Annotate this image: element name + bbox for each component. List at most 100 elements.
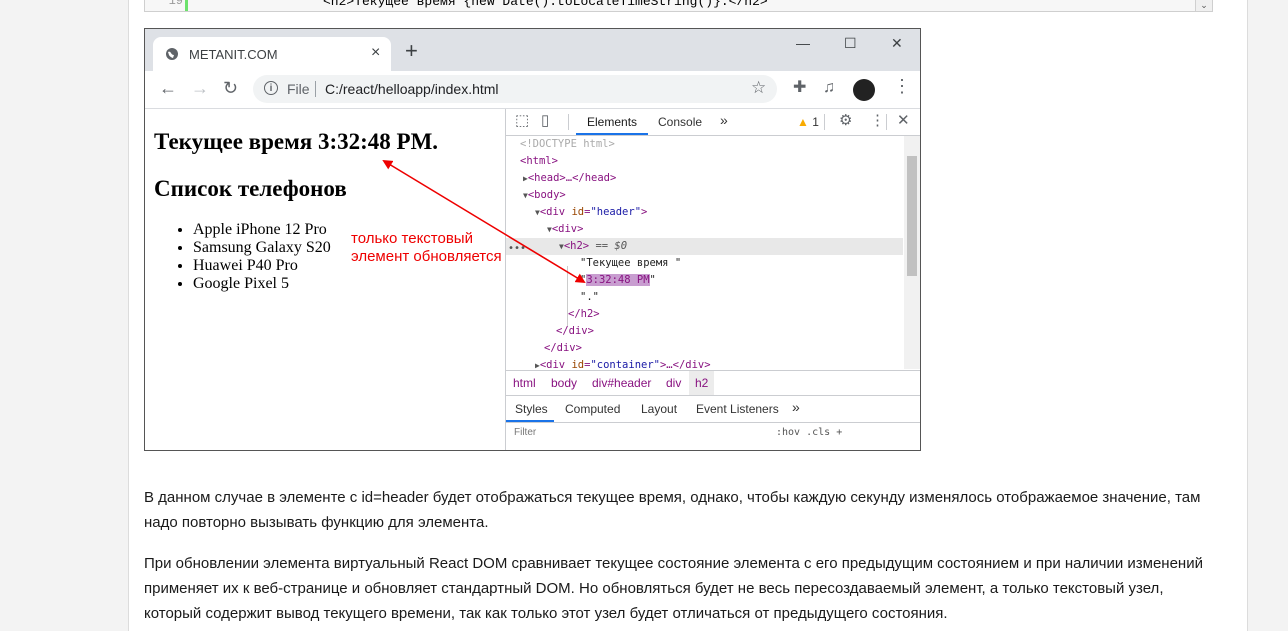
div-close-tag: </div> xyxy=(544,342,582,354)
dom-node[interactable]: ▼<body> xyxy=(506,187,903,204)
minimize-button[interactable]: — xyxy=(796,35,810,51)
ellipsis-icon[interactable]: ••• xyxy=(508,240,526,257)
annotation-line: только текстовый xyxy=(351,230,473,247)
dom-node[interactable]: "." xyxy=(506,289,903,306)
style-actions[interactable]: :hov .cls + xyxy=(776,427,842,438)
list-heading: Список телефонов xyxy=(154,176,347,201)
dom-node[interactable]: ▼<div id="header"> xyxy=(506,204,903,221)
dom-node[interactable]: "Текущее время " xyxy=(506,255,903,272)
tab-elements[interactable]: Elements xyxy=(587,115,637,129)
scrollbar-thumb[interactable] xyxy=(907,156,917,276)
code-highlight-bar xyxy=(185,0,188,11)
list-item: Huawei P40 Pro xyxy=(193,257,331,275)
code-line: <h2>Текущее время {new Date().toLocaleTi… xyxy=(323,0,768,9)
dom-node[interactable]: </div> xyxy=(506,323,903,340)
reload-icon[interactable]: ↻ xyxy=(223,79,238,97)
rendered-page: Текущее время 3:32:48 PM. Список телефон… xyxy=(145,109,505,450)
dom-node[interactable]: <html> xyxy=(506,153,903,170)
devtools-toolbar: ⬚ ▯ Elements Console » ▲ 1 ⚙ ⋮ ✕ xyxy=(506,109,920,136)
devtools-panel: ⬚ ▯ Elements Console » ▲ 1 ⚙ ⋮ ✕ <!DOCTY… xyxy=(505,109,920,450)
toolbar: ← → ↻ i File C:/react/helloapp/index.htm… xyxy=(145,71,920,109)
chevron-down-icon[interactable]: ⌄ xyxy=(1195,0,1212,11)
warning-count: 1 xyxy=(812,115,819,129)
address-bar[interactable]: i File C:/react/helloapp/index.html ☆ xyxy=(253,75,777,103)
breadcrumb: html body div#header div h2 xyxy=(506,370,920,396)
annotation-text: только текстовый элемент обновляется xyxy=(351,230,502,266)
breadcrumb-item[interactable]: h2 xyxy=(689,371,715,395)
breadcrumb-item[interactable]: div#header xyxy=(592,376,651,390)
back-arrow-icon[interactable]: ← xyxy=(159,79,177,97)
divider xyxy=(824,114,825,130)
kebab-menu-icon[interactable]: ⋮ xyxy=(893,77,911,95)
breadcrumb-item[interactable]: html xyxy=(513,376,536,390)
expand-triangle-icon[interactable]: ▶ xyxy=(506,174,528,183)
divider xyxy=(886,114,887,130)
breadcrumb-item[interactable]: div xyxy=(666,376,681,390)
kebab-menu-icon[interactable]: ⋮ xyxy=(870,113,885,128)
expand-triangle-icon[interactable]: ▶ xyxy=(506,361,540,369)
attr-value: "container" xyxy=(590,359,660,369)
media-icon[interactable]: ♫ xyxy=(823,80,835,96)
more-tabs-icon[interactable]: » xyxy=(792,399,800,415)
dom-node[interactable]: ▶<div id="container">…</div> xyxy=(506,357,903,369)
tab-layout[interactable]: Layout xyxy=(641,402,677,416)
selected-marker: == $0 xyxy=(595,240,628,252)
forward-arrow-icon[interactable]: → xyxy=(191,79,209,97)
browser-tab[interactable]: METANIT.COM × xyxy=(153,37,391,71)
divider xyxy=(315,81,316,97)
dom-node[interactable]: </h2> xyxy=(506,306,903,323)
attr-name: id xyxy=(571,359,585,369)
maximize-button[interactable]: ☐ xyxy=(844,35,857,52)
close-icon[interactable]: × xyxy=(371,44,380,62)
collapse-triangle-icon[interactable]: ▼ xyxy=(506,225,552,234)
tab-computed[interactable]: Computed xyxy=(565,402,620,416)
annotation-line: элемент обновляется xyxy=(351,248,502,265)
dom-node[interactable]: </div> xyxy=(506,340,903,357)
collapse-triangle-icon[interactable]: ▼ xyxy=(506,208,540,217)
avatar[interactable] xyxy=(853,79,875,101)
tab-console[interactable]: Console xyxy=(658,115,702,129)
warning-badge[interactable]: ▲ 1 xyxy=(797,115,819,129)
dom-node[interactable]: "3:32:48 PM" xyxy=(506,272,903,289)
active-tab-indicator xyxy=(506,420,554,422)
device-toggle-icon[interactable]: ▯ xyxy=(541,113,549,128)
puzzle-icon[interactable]: ✚ xyxy=(793,80,806,96)
time-heading: Текущее время 3:32:48 PM. xyxy=(154,129,439,154)
new-tab-button[interactable]: + xyxy=(405,40,418,62)
attr-name: id xyxy=(571,206,585,218)
dom-node[interactable]: ▶<head>…</head> xyxy=(506,170,903,187)
page-right-gutter xyxy=(1247,0,1288,631)
info-icon[interactable]: i xyxy=(264,81,278,95)
filter-input[interactable]: Filter xyxy=(514,427,536,438)
h2-close-tag: </h2> xyxy=(568,308,600,320)
star-icon[interactable]: ☆ xyxy=(751,78,766,98)
dom-node[interactable]: ▼<div> xyxy=(506,221,903,238)
div-tag: <div> xyxy=(551,223,584,235)
dom-tree: <!DOCTYPE html> <html> ▶<head>…</head> ▼… xyxy=(506,136,903,369)
doctype: <!DOCTYPE html> xyxy=(520,138,615,150)
warning-icon: ▲ xyxy=(797,115,809,129)
close-icon[interactable]: ✕ xyxy=(897,113,910,128)
window-close-button[interactable]: ✕ xyxy=(891,35,903,52)
code-block: 19 <h2>Текущее время {new Date().toLocal… xyxy=(144,0,1213,12)
selected-dom-node[interactable]: ▼<h2> == $0 xyxy=(506,238,903,255)
tab-styles[interactable]: Styles xyxy=(515,402,548,416)
paragraph: В данном случае в элементе с id=header б… xyxy=(144,489,1201,531)
tag-tail: >…</div> xyxy=(659,359,711,369)
url-text[interactable]: C:/react/helloapp/index.html xyxy=(325,81,499,97)
scrollbar[interactable] xyxy=(904,136,920,369)
breadcrumb-item[interactable]: body xyxy=(551,376,577,390)
gear-icon[interactable]: ⚙ xyxy=(839,113,852,128)
styles-tabbar: Styles Computed Layout Event Listeners » xyxy=(506,395,920,423)
text-node: "Текущее время " xyxy=(580,257,682,269)
inspect-icon[interactable]: ⬚ xyxy=(515,113,529,128)
tab-event-listeners[interactable]: Event Listeners xyxy=(696,402,779,416)
tab-title: METANIT.COM xyxy=(189,47,278,62)
list-item: Apple iPhone 12 Pro xyxy=(193,221,331,239)
protocol-label: File xyxy=(287,81,310,97)
code-line-number: 19 xyxy=(168,0,183,8)
active-tab-indicator xyxy=(576,133,648,135)
collapse-triangle-icon[interactable]: ▼ xyxy=(506,191,528,200)
more-tabs-icon[interactable]: » xyxy=(720,112,728,128)
dom-node[interactable]: <!DOCTYPE html> xyxy=(506,136,903,153)
